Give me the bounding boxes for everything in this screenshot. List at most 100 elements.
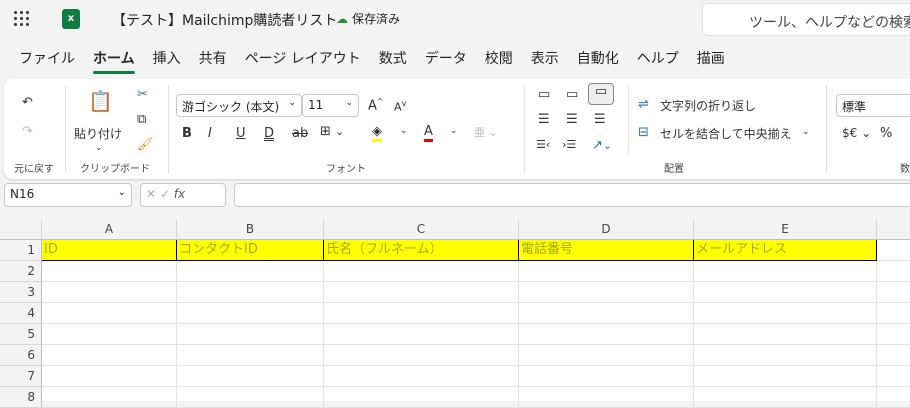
cell[interactable] — [877, 282, 910, 303]
row-header-1[interactable]: 1 — [0, 240, 42, 261]
tab-home[interactable]: ホーム — [84, 48, 144, 74]
align-left-icon[interactable]: ☰ — [538, 112, 550, 127]
cell[interactable] — [177, 366, 324, 387]
cell[interactable] — [324, 345, 519, 366]
cell[interactable] — [42, 303, 177, 324]
cell[interactable] — [694, 303, 877, 324]
row-header-3[interactable]: 3 — [0, 282, 42, 303]
number-format-select[interactable]: 標準 — [836, 94, 910, 117]
tab-review[interactable]: 校閲 — [476, 48, 522, 68]
cell[interactable] — [877, 345, 910, 366]
copy-icon[interactable]: ⧉ — [137, 112, 146, 127]
cell[interactable] — [877, 324, 910, 345]
bold-icon[interactable]: B — [182, 126, 192, 141]
cancel-icon[interactable]: ✕ — [146, 187, 156, 201]
cell[interactable] — [177, 261, 324, 282]
column-header-A[interactable]: A — [42, 219, 177, 240]
row-header-7[interactable]: 7 — [0, 366, 42, 387]
search-input[interactable]: ツール、ヘルプなどの検索 — [702, 3, 910, 36]
row-header-5[interactable]: 5 — [0, 324, 42, 345]
tab-file[interactable]: ファイル — [10, 48, 84, 68]
cell[interactable] — [42, 387, 177, 408]
cell[interactable] — [694, 345, 877, 366]
decrease-indent-icon[interactable]: ☰‹ — [536, 138, 550, 151]
cell[interactable] — [42, 366, 177, 387]
cell[interactable] — [694, 324, 877, 345]
increase-indent-icon[interactable]: ›☰ — [562, 138, 576, 151]
tab-data[interactable]: データ — [416, 48, 476, 68]
app-launcher-icon[interactable] — [14, 11, 30, 27]
tab-insert[interactable]: 挿入 — [144, 48, 190, 68]
decrease-font-size-icon[interactable]: Av — [394, 99, 406, 114]
cell[interactable] — [324, 261, 519, 282]
cell[interactable] — [519, 282, 694, 303]
cell[interactable] — [324, 366, 519, 387]
column-header-B[interactable]: B — [177, 219, 324, 240]
align-middle-icon[interactable]: ▭ — [566, 87, 578, 102]
name-box[interactable]: N16 ⌄ — [4, 183, 132, 207]
column-header-F[interactable] — [877, 219, 910, 240]
row-header-6[interactable]: 6 — [0, 345, 42, 366]
tab-page-layout[interactable]: ページ レイアウト — [236, 48, 370, 68]
double-underline-icon[interactable]: D — [264, 126, 274, 141]
redo-icon[interactable]: ↷ — [22, 124, 33, 139]
cell[interactable] — [519, 324, 694, 345]
tab-view[interactable]: 表示 — [522, 48, 568, 68]
row-header-8[interactable]: 8 — [0, 387, 42, 408]
paste-icon[interactable]: 📋 — [88, 89, 113, 113]
enter-icon[interactable]: ✓ — [160, 187, 170, 201]
cell[interactable] — [877, 303, 910, 324]
cell[interactable] — [177, 345, 324, 366]
cell[interactable] — [324, 282, 519, 303]
document-title[interactable]: 【テスト】Mailchimp購読者リスト — [112, 10, 337, 30]
tab-formulas[interactable]: 数式 — [370, 48, 416, 68]
tab-draw[interactable]: 描画 — [688, 48, 734, 68]
wrap-text-icon[interactable]: ⇌ — [638, 97, 649, 112]
increase-font-size-icon[interactable]: A^ — [368, 97, 384, 113]
font-size-select[interactable]: 11 ⌄ — [302, 94, 359, 117]
header-cell[interactable]: コンタクトID — [177, 240, 324, 261]
column-header-C[interactable]: C — [324, 219, 519, 240]
paste-chevron-icon[interactable]: ⌄ — [95, 143, 103, 153]
row-header-4[interactable]: 4 — [0, 303, 42, 324]
align-center-icon[interactable]: ☰ — [566, 112, 578, 127]
undo-icon[interactable]: ↶ — [22, 95, 33, 110]
cell[interactable] — [324, 303, 519, 324]
cell[interactable] — [42, 261, 177, 282]
font-name-select[interactable]: 游ゴシック (本文) ⌄ — [176, 94, 302, 117]
header-cell[interactable]: 氏名（フルネーム） — [324, 240, 519, 261]
chevron-down-icon[interactable]: ⌄ — [400, 126, 408, 136]
cell[interactable] — [519, 387, 694, 408]
cell[interactable] — [177, 303, 324, 324]
cell[interactable] — [177, 282, 324, 303]
merge-center-icon[interactable]: ⊟ — [638, 125, 649, 140]
select-all-corner[interactable] — [0, 219, 42, 240]
cell[interactable] — [519, 303, 694, 324]
tab-automate[interactable]: 自動化 — [568, 48, 628, 68]
cell[interactable] — [177, 324, 324, 345]
cell[interactable] — [694, 387, 877, 408]
header-cell[interactable]: メールアドレス — [694, 240, 877, 261]
cell[interactable] — [877, 240, 910, 261]
cell[interactable] — [519, 261, 694, 282]
save-status[interactable]: ☁ 保存済み — [336, 10, 400, 27]
italic-icon[interactable]: I — [208, 126, 212, 141]
cell[interactable] — [877, 366, 910, 387]
tab-help[interactable]: ヘルプ — [628, 48, 688, 68]
strikethrough-icon[interactable]: ab — [292, 126, 308, 141]
cell[interactable] — [877, 387, 910, 408]
borders-icon[interactable]: ⊞ ⌄ — [320, 124, 344, 139]
percent-format-button[interactable]: % — [880, 126, 892, 141]
header-cell[interactable]: ID — [42, 240, 177, 261]
cell[interactable] — [519, 345, 694, 366]
cell[interactable] — [877, 261, 910, 282]
wrap-text-button[interactable]: 文字列の折り返し — [660, 97, 756, 114]
cell[interactable] — [694, 261, 877, 282]
cell[interactable] — [324, 324, 519, 345]
chevron-down-icon[interactable]: ⌄ — [802, 127, 810, 137]
underline-icon[interactable]: U — [236, 126, 246, 141]
paste-button[interactable]: 貼り付け — [74, 125, 122, 142]
align-right-icon[interactable]: ☰ — [594, 112, 606, 127]
insert-function-button[interactable]: fx — [174, 187, 185, 201]
cell[interactable] — [42, 282, 177, 303]
